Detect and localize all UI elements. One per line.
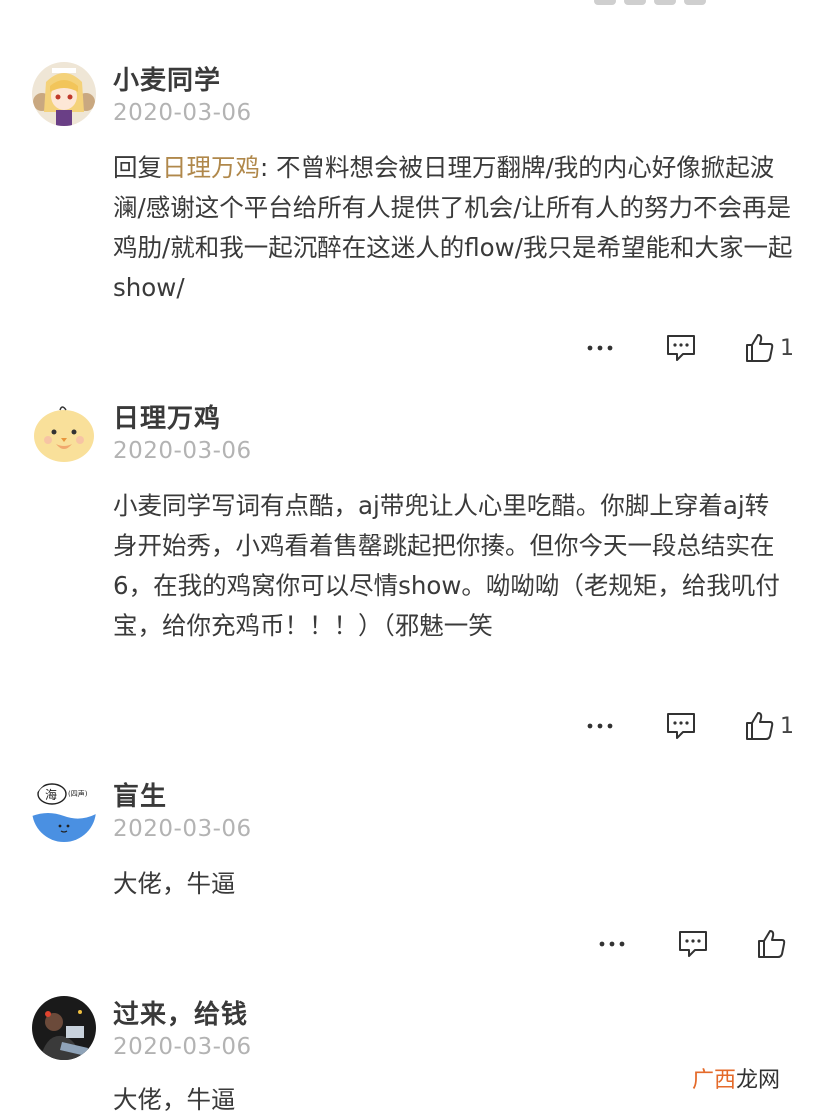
watermark-logo: 广西龙网 <box>687 1060 784 1096</box>
reply-button[interactable] <box>677 924 709 964</box>
avatar[interactable] <box>32 62 96 126</box>
top-cutoff-bar <box>586 0 786 6</box>
comment-bubble-icon <box>667 713 695 739</box>
comment-date: 2020-03-06 <box>113 100 252 126</box>
more-button[interactable] <box>586 328 614 368</box>
svg-text:海: 海 <box>45 787 57 802</box>
avatar[interactable] <box>32 996 96 1060</box>
comment-bubble-icon <box>679 931 707 957</box>
thumbs-up-icon <box>746 334 774 362</box>
comment-actions <box>0 924 816 964</box>
comment-bubble-icon <box>667 335 695 361</box>
username[interactable]: 小麦同学 <box>113 60 221 97</box>
watermark-part-2: 西 <box>713 1068 736 1093</box>
comment-text: 大佬，牛逼 <box>113 869 236 898</box>
more-dots-icon <box>587 345 613 351</box>
like-count: 1 <box>780 713 794 739</box>
thumbs-up-icon <box>746 712 774 740</box>
more-button[interactable] <box>586 706 614 746</box>
comment-date: 2020-03-06 <box>113 1034 252 1060</box>
reply-prefix: 回复 <box>113 153 162 182</box>
reply-target-link[interactable]: 日理万鸡 <box>162 153 260 182</box>
avatar[interactable]: 海 (四声) <box>32 778 96 842</box>
comment-text: 小麦同学写词有点酷，aj带兜让人心里吃醋。你脚上穿着aj转身开始秀，小鸡看着售罄… <box>113 491 780 640</box>
like-button[interactable] <box>756 924 788 964</box>
dark-photo-avatar-icon <box>32 996 96 1060</box>
reply-button[interactable] <box>665 706 697 746</box>
more-dots-icon <box>599 941 625 947</box>
like-count: 1 <box>780 335 794 361</box>
comment-actions: 1 <box>0 328 816 368</box>
chick-avatar-icon <box>32 400 96 464</box>
thumbs-up-icon <box>758 930 786 958</box>
svg-text:(四声): (四声) <box>68 789 88 798</box>
sea-doodle-avatar-icon: 海 (四声) <box>32 778 96 842</box>
comment-text: 回复日理万鸡: 不曾料想会被日理万翻牌/我的内心好像掀起波澜/感谢这个平台给所有… <box>113 148 793 308</box>
like-button[interactable]: 1 <box>744 328 794 368</box>
username[interactable]: 日理万鸡 <box>113 398 221 435</box>
comment-date: 2020-03-06 <box>113 816 252 842</box>
comment-date: 2020-03-06 <box>113 438 252 464</box>
like-button[interactable]: 1 <box>744 706 794 746</box>
avatar[interactable] <box>32 400 96 464</box>
more-button[interactable] <box>598 924 626 964</box>
comment-actions: 1 <box>0 706 816 746</box>
username[interactable]: 过来，给钱 <box>113 994 248 1031</box>
more-dots-icon <box>587 723 613 729</box>
watermark-part-1: 广 <box>691 1068 714 1093</box>
reply-button[interactable] <box>665 328 697 368</box>
username[interactable]: 盲生 <box>113 776 167 813</box>
anime-girl-avatar-icon <box>32 62 96 126</box>
watermark-part-3: 龙网 <box>735 1068 780 1093</box>
